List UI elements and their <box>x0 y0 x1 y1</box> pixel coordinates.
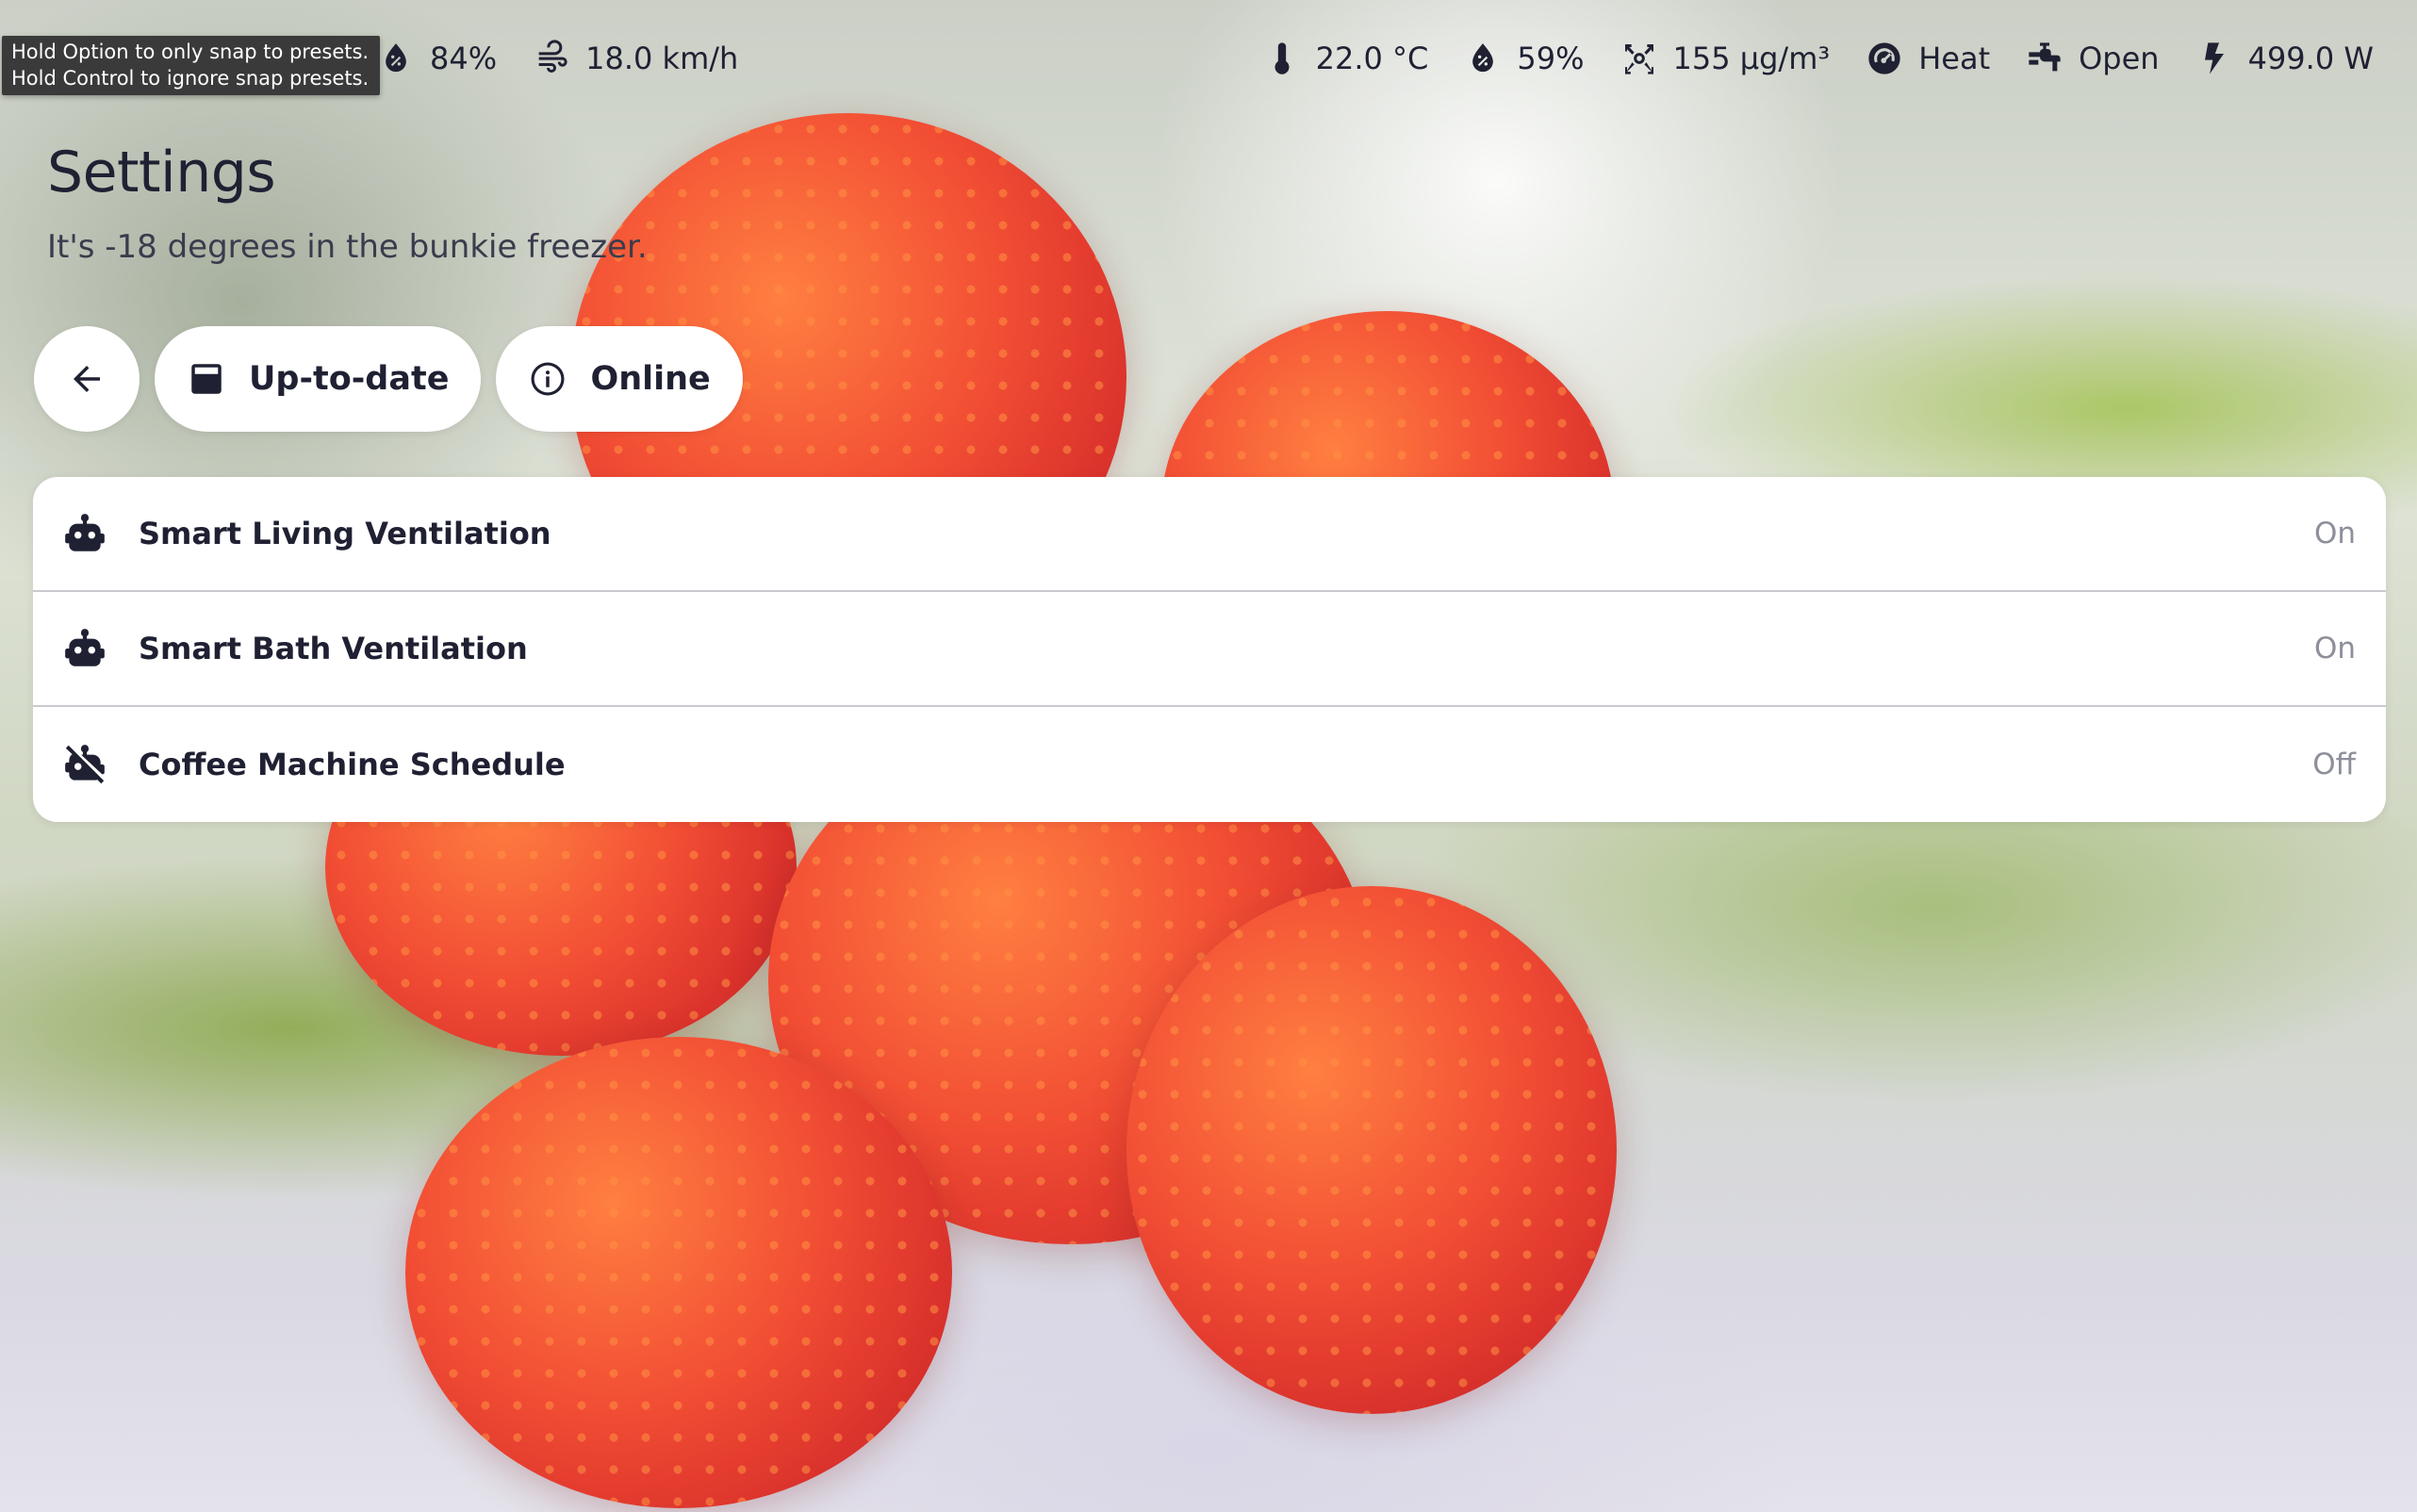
stat-value: 18.0 km/h <box>585 41 739 76</box>
action-chips: Up-to-date Online <box>34 326 758 432</box>
update-status-button[interactable]: Up-to-date <box>155 326 482 432</box>
row-icon-wrap <box>61 510 108 557</box>
stat-value: 22.0 °C <box>1315 41 1429 76</box>
list-item[interactable]: Smart Bath Ventilation On <box>33 592 2386 707</box>
stat-pm25[interactable]: 155 µg/m³ <box>1620 40 1831 77</box>
stat-hvac-mode[interactable]: Heat <box>1866 40 1990 77</box>
row-icon-wrap <box>61 625 108 672</box>
automation-state: On <box>2313 517 2356 551</box>
online-status-label: Online <box>590 360 711 398</box>
robot-off-icon <box>65 745 105 784</box>
chip-icon-wrap <box>187 359 226 399</box>
tooltip-line: Hold Control to ignore snap presets. <box>11 67 370 90</box>
automation-name: Smart Bath Ventilation <box>139 631 528 666</box>
status-bar-right: 22.0 °C 59% 155 µg/m³ Heat Open 499.0 W <box>1263 34 2374 83</box>
info-icon <box>531 362 565 396</box>
stat-indoor-humidity[interactable]: 59% <box>1464 40 1585 77</box>
stat-value: Heat <box>1918 41 1991 76</box>
automation-state: On <box>2313 632 2356 666</box>
update-status-label: Up-to-date <box>249 360 450 398</box>
stat-outdoor-humidity[interactable]: 84% <box>377 40 497 77</box>
automation-state: Off <box>2312 748 2356 781</box>
list-item[interactable]: Smart Living Ventilation On <box>33 477 2386 592</box>
valve-icon <box>2029 42 2061 72</box>
page-title: Settings <box>47 140 276 205</box>
chip-icon-wrap <box>528 359 567 399</box>
water-drop-icon <box>1472 43 1494 73</box>
tooltip-line: Hold Option to only snap to presets. <box>11 41 370 63</box>
stat-valve[interactable]: Open <box>2026 40 2160 77</box>
stat-value: 84% <box>430 41 498 76</box>
thermometer-icon <box>1274 42 1290 74</box>
water-drop-icon <box>386 43 406 73</box>
stat-value: 499.0 W <box>2247 41 2374 76</box>
list-item[interactable]: Coffee Machine Schedule Off <box>33 707 2386 822</box>
page-subtitle: It's -18 degrees in the bunkie freezer. <box>47 228 648 266</box>
wind-icon <box>538 40 567 73</box>
snap-tooltip: Hold Option to only snap to presets. Hol… <box>2 36 381 95</box>
stat-value: 59% <box>1517 41 1585 76</box>
back-button[interactable] <box>34 326 140 432</box>
stat-value: 155 µg/m³ <box>1672 41 1831 76</box>
automation-name: Smart Living Ventilation <box>139 516 551 551</box>
status-bar-left: 84% 18.0 km/h <box>377 34 774 83</box>
package-icon <box>191 364 222 394</box>
stat-power[interactable]: 499.0 W <box>2195 40 2374 77</box>
stat-value: Open <box>2079 41 2160 76</box>
stat-wind-speed[interactable]: 18.0 km/h <box>533 40 738 77</box>
row-icon-wrap <box>61 741 108 788</box>
molecule-icon <box>1624 44 1653 74</box>
dashboard-page: Hold Option to only snap to presets. Hol… <box>0 0 2417 1512</box>
heat-gauge-icon <box>1868 42 1900 74</box>
lightning-bolt-icon <box>2204 42 2224 74</box>
automation-name: Coffee Machine Schedule <box>139 747 566 782</box>
automation-list: Smart Living Ventilation On Smart Bath V… <box>33 477 2386 822</box>
robot-icon <box>65 514 105 551</box>
robot-icon <box>65 629 105 666</box>
stat-temperature[interactable]: 22.0 °C <box>1263 40 1429 77</box>
online-status-button[interactable]: Online <box>496 326 743 432</box>
arrow-left-icon <box>74 366 100 392</box>
